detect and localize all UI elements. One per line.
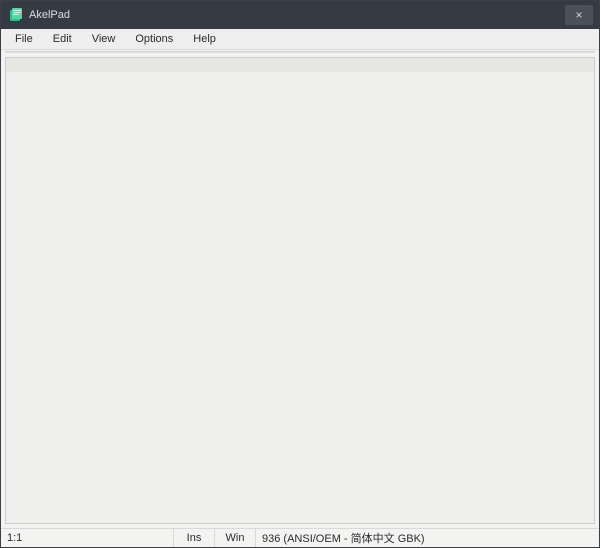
- status-position: 1:1: [1, 529, 174, 547]
- close-icon: ×: [575, 9, 582, 21]
- text-editor[interactable]: [5, 57, 595, 524]
- menu-file[interactable]: File: [5, 31, 43, 47]
- editor-container: [5, 57, 595, 524]
- menu-edit[interactable]: Edit: [43, 31, 82, 47]
- statusbar: 1:1 Ins Win 936 (ANSI/OEM - 简体中文 GBK): [1, 528, 599, 547]
- app-window: AkelPad × File Edit View Options Help 1:…: [0, 0, 600, 548]
- close-button[interactable]: ×: [565, 5, 593, 25]
- status-insert-mode[interactable]: Ins: [174, 529, 215, 547]
- status-encoding[interactable]: 936 (ANSI/OEM - 简体中文 GBK): [256, 529, 599, 547]
- status-eol[interactable]: Win: [215, 529, 256, 547]
- app-icon: [9, 8, 23, 22]
- menu-view[interactable]: View: [82, 31, 126, 47]
- menubar: File Edit View Options Help: [1, 29, 599, 50]
- window-title: AkelPad: [29, 9, 70, 21]
- current-line-highlight: [6, 58, 594, 72]
- toolbar-divider: [5, 51, 595, 53]
- menu-help[interactable]: Help: [183, 31, 226, 47]
- titlebar[interactable]: AkelPad ×: [1, 1, 599, 29]
- menu-options[interactable]: Options: [125, 31, 183, 47]
